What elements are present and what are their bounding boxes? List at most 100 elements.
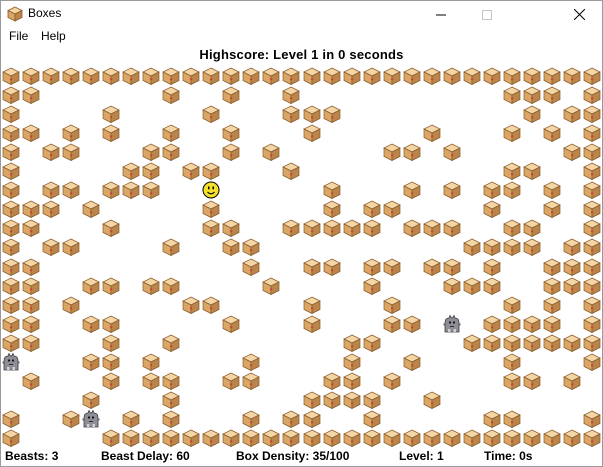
box-icon xyxy=(342,372,361,390)
box xyxy=(201,218,221,238)
box-icon xyxy=(503,315,521,333)
box-icon xyxy=(322,429,341,448)
box xyxy=(582,161,602,181)
box xyxy=(61,295,81,315)
beast-icon xyxy=(442,314,461,333)
box xyxy=(61,180,81,200)
box-icon xyxy=(583,181,601,200)
box xyxy=(442,276,462,296)
box xyxy=(522,218,542,238)
box-icon xyxy=(102,315,120,333)
box-icon xyxy=(202,105,221,124)
box xyxy=(322,428,342,448)
box-icon xyxy=(563,372,581,390)
box xyxy=(141,276,161,296)
box-icon xyxy=(362,334,381,352)
box-icon xyxy=(503,86,521,105)
box-icon xyxy=(462,67,481,86)
box-icon xyxy=(102,124,120,143)
box-icon xyxy=(62,143,80,162)
box-icon xyxy=(222,86,241,105)
box xyxy=(562,142,582,162)
box xyxy=(101,180,121,200)
box xyxy=(402,66,422,86)
box xyxy=(181,428,201,448)
box xyxy=(402,180,422,200)
box-icon xyxy=(62,296,80,314)
box-icon xyxy=(142,67,161,86)
box-icon xyxy=(302,410,321,428)
box-icon xyxy=(543,429,561,448)
box-icon xyxy=(142,181,161,200)
box-icon xyxy=(563,334,581,352)
box-icon xyxy=(22,277,40,295)
close-button[interactable] xyxy=(556,1,602,28)
beast xyxy=(442,314,462,334)
minimize-button[interactable] xyxy=(418,1,464,28)
maximize-icon xyxy=(482,9,492,20)
box-icon xyxy=(503,67,521,86)
box-icon xyxy=(503,410,521,428)
box-icon xyxy=(282,67,301,86)
box-icon xyxy=(543,181,561,200)
box xyxy=(181,66,201,86)
box xyxy=(522,104,542,124)
box xyxy=(582,142,602,162)
minimize-icon xyxy=(436,14,446,15)
box xyxy=(402,218,422,238)
box-icon xyxy=(322,258,341,276)
box xyxy=(502,314,522,334)
box xyxy=(522,428,542,448)
box-icon xyxy=(342,429,361,448)
box-icon xyxy=(523,239,541,257)
box xyxy=(161,66,181,86)
box xyxy=(302,123,322,143)
game-board[interactable] xyxy=(1,66,602,448)
box-icon xyxy=(583,410,601,428)
box xyxy=(302,218,322,238)
box xyxy=(81,314,101,334)
box-icon xyxy=(122,67,140,86)
box xyxy=(442,218,462,238)
maximize-button[interactable] xyxy=(464,1,510,28)
box xyxy=(21,199,41,219)
box-icon xyxy=(503,372,521,390)
box-icon xyxy=(102,429,120,448)
box-icon xyxy=(543,86,561,105)
box xyxy=(562,371,582,391)
box-icon xyxy=(202,429,221,448)
box-icon xyxy=(543,277,561,295)
box xyxy=(1,409,21,429)
box-icon xyxy=(503,181,521,200)
box-icon xyxy=(2,67,20,86)
box-icon xyxy=(102,219,120,238)
box-icon xyxy=(503,162,521,181)
box-icon xyxy=(262,277,281,295)
box xyxy=(201,66,221,86)
menu-help[interactable]: Help xyxy=(41,29,66,43)
menu-file[interactable]: File xyxy=(9,29,28,43)
beast-icon xyxy=(82,409,101,428)
box xyxy=(502,352,522,372)
box xyxy=(362,428,382,448)
box xyxy=(281,161,301,181)
box xyxy=(221,371,241,391)
box-icon xyxy=(202,67,221,86)
box-icon xyxy=(302,315,321,333)
box xyxy=(522,371,542,391)
box xyxy=(422,218,442,238)
box-icon xyxy=(442,258,461,276)
box xyxy=(81,390,101,410)
title-bar[interactable]: Boxes xyxy=(1,1,602,28)
box-icon xyxy=(402,353,421,371)
box-icon xyxy=(543,296,561,314)
box xyxy=(241,237,261,257)
box xyxy=(342,428,362,448)
box-icon xyxy=(462,239,481,257)
box-icon xyxy=(442,143,461,162)
box-icon xyxy=(22,124,40,143)
box xyxy=(582,314,602,334)
box-icon xyxy=(42,67,60,86)
beast xyxy=(81,409,101,429)
box-icon xyxy=(543,315,561,333)
